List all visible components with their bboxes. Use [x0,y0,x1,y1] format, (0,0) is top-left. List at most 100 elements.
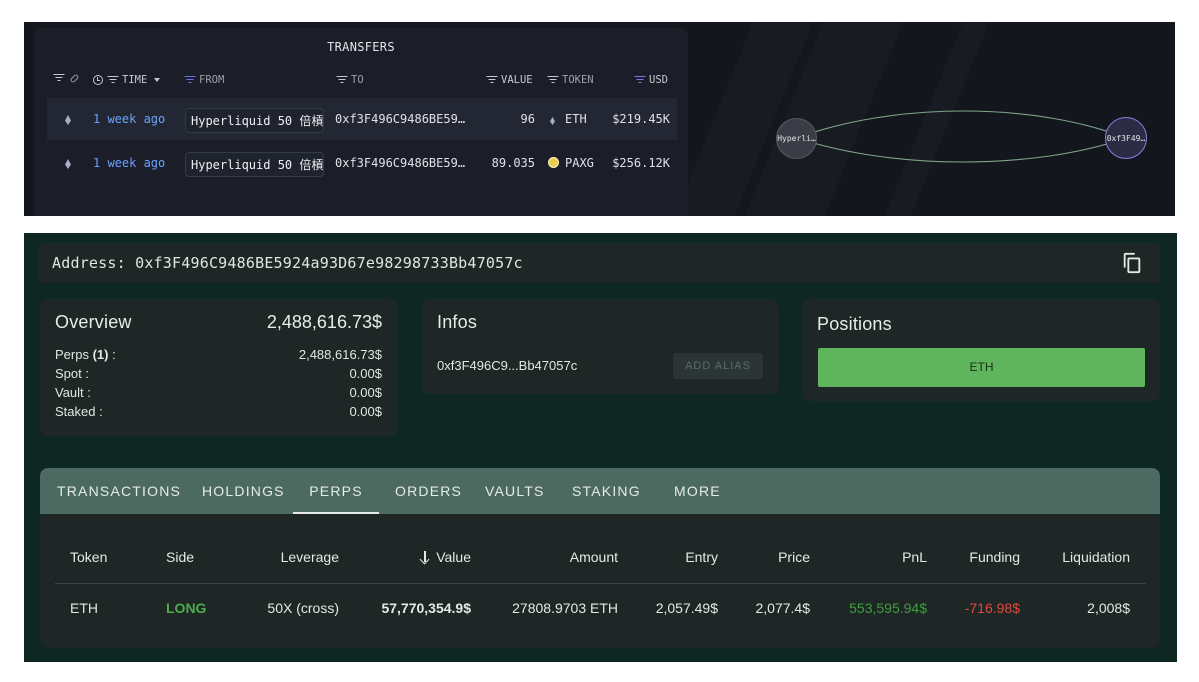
transfer-to-address[interactable]: 0xf3F496C9486BE59… [335,156,465,170]
cell-price: 2,077.4$ [755,600,811,616]
col-token[interactable]: Token [70,549,107,565]
tab-perps[interactable]: PERPS [293,468,379,514]
transfer-row[interactable]: 1 week ago Hyperliquid 50 倍槓 0xf3F496C94… [47,98,677,140]
transfer-time-link[interactable]: 1 week ago [93,112,165,126]
transfer-token[interactable]: ETH [565,112,587,126]
header-value[interactable]: VALUE [486,74,533,86]
copy-icon[interactable] [1121,252,1143,274]
overview-card: Overview 2,488,616.73$ Perps (1) : 2,488… [40,299,398,436]
graph-node-from[interactable]: Hyperli… [776,118,817,159]
col-entry[interactable]: Entry [685,549,718,565]
table-row[interactable]: ETH LONG 50X (cross) 57,770,354.9$ 27808… [55,585,1146,633]
tab-holdings[interactable]: HOLDINGS [202,468,285,514]
header-to[interactable]: TO [336,74,364,86]
overview-staked-label: Staked : [55,404,103,419]
filter-icon[interactable] [53,74,64,82]
filter-icon[interactable] [547,76,558,84]
infos-address: 0xf3F496C9...Bb47057c [437,358,578,373]
eth-token-icon [550,114,555,128]
paxg-token-icon [548,156,563,170]
address-text: Address: 0xf3F496C9486BE5924a93D67e98298… [52,254,523,272]
header-time-label: TIME [122,74,148,86]
overview-title: Overview [55,312,132,332]
overview-perps-value: 2,488,616.73$ [298,347,382,362]
transfer-to-address[interactable]: 0xf3F496C9486BE59… [335,112,465,126]
tab-orders[interactable]: ORDERS [395,468,462,514]
transfer-row[interactable]: 1 week ago Hyperliquid 50 倍槓 0xf3F496C94… [47,142,677,184]
col-amount[interactable]: Amount [570,549,618,565]
header-to-label: TO [351,74,364,86]
tab-transactions[interactable]: TRANSACTIONS [57,468,181,514]
cell-token: ETH [70,600,98,616]
transfer-from-tag[interactable]: Hyperliquid 50 倍槓 [185,108,324,133]
tabs-card: TRANSACTIONS HOLDINGS PERPS ORDERS VAULT… [40,468,1160,648]
col-funding[interactable]: Funding [969,549,1020,565]
filter-icon[interactable] [336,76,347,84]
tab-vaults[interactable]: VAULTS [485,468,545,514]
overview-vault-row: Vault : 0.00$ [55,385,382,403]
col-leverage[interactable]: Leverage [281,549,339,565]
transfer-time-link[interactable]: 1 week ago [93,156,165,170]
col-price[interactable]: Price [778,549,810,565]
overview-vault-label: Vault : [55,385,91,400]
transfers-table: TRANSFERS TIME FROM TO VALUE TOKEN USD 1… [34,28,688,216]
cell-pnl: 553,595.94$ [849,600,927,616]
transfer-usd: $219.45K [612,112,670,126]
cell-entry: 2,057.49$ [655,600,718,616]
header-time[interactable]: TIME [93,74,161,86]
col-value[interactable]: Value [420,549,471,565]
explorer-panel: Address: 0xf3F496C9486BE5924a93D67e98298… [24,233,1177,662]
transfers-title: TRANSFERS [327,40,395,54]
filter-icon[interactable] [184,76,195,84]
transfer-usd: $256.12K [612,156,670,170]
col-liquidation[interactable]: Liquidation [1062,549,1130,565]
cell-value: 57,770,354.9$ [381,600,471,616]
position-eth-button[interactable]: ETH [818,348,1145,387]
transfer-from-tag[interactable]: Hyperliquid 50 倍槓 [185,152,324,177]
infos-title: Infos [437,312,478,332]
cell-leverage: 50X (cross) [267,600,339,616]
header-usd-label: USD [649,74,668,86]
overview-spot-label: Spot : [55,366,89,381]
overview-spot-value: 0.00$ [349,366,382,381]
header-token[interactable]: TOKEN [547,74,594,86]
tabs-bar: TRANSACTIONS HOLDINGS PERPS ORDERS VAULT… [40,468,1160,514]
eth-chain-icon [65,114,71,128]
filter-icon[interactable] [107,76,118,84]
transfers-panel: TRANSFERS TIME FROM TO VALUE TOKEN USD 1… [24,22,1175,216]
overview-total: 2,488,616.73$ [266,312,382,332]
overview-spot-row: Spot : 0.00$ [55,366,382,384]
header-link-filter[interactable] [53,73,80,83]
perps-table-header: Token Side Leverage Value Amount Entry P… [55,530,1146,584]
eth-chain-icon [65,158,71,172]
infos-card: Infos 0xf3F496C9...Bb47057c ADD ALIAS [422,299,779,394]
overview-perps-label: Perps (1) : [55,347,116,362]
cell-amount: 27808.9703 ETH [512,600,618,616]
header-value-label: VALUE [501,74,533,86]
positions-title: Positions [817,314,892,334]
tab-more[interactable]: MORE [674,468,721,514]
header-from-label: FROM [199,74,225,86]
address-label: Address: [52,254,126,272]
clock-icon [93,75,103,85]
overview-staked-value: 0.00$ [349,404,382,419]
filter-icon[interactable] [486,76,497,84]
cell-liquidation: 2,008$ [1087,600,1130,616]
header-token-label: TOKEN [562,74,594,86]
add-alias-button[interactable]: ADD ALIAS [673,353,763,379]
col-side[interactable]: Side [166,549,194,565]
sort-arrow-down-icon[interactable] [420,551,430,563]
header-from[interactable]: FROM [184,74,224,86]
overview-vault-value: 0.00$ [349,385,382,400]
col-pnl[interactable]: PnL [902,549,927,565]
sort-caret-icon[interactable] [154,78,161,82]
tab-staking[interactable]: STAKING [572,468,641,514]
filter-icon[interactable] [634,76,645,84]
header-usd[interactable]: USD [634,74,668,86]
transfer-token[interactable]: PAXG [565,156,594,170]
transfer-value: 89.035 [491,156,535,170]
graph-node-to[interactable]: 0xf3F49… [1105,117,1147,159]
address-bar: Address: 0xf3F496C9486BE5924a93D67e98298… [39,243,1160,283]
address-value: 0xf3F496C9486BE5924a93D67e98298733Bb4705… [135,254,523,272]
cell-funding: -716.98$ [964,600,1020,616]
